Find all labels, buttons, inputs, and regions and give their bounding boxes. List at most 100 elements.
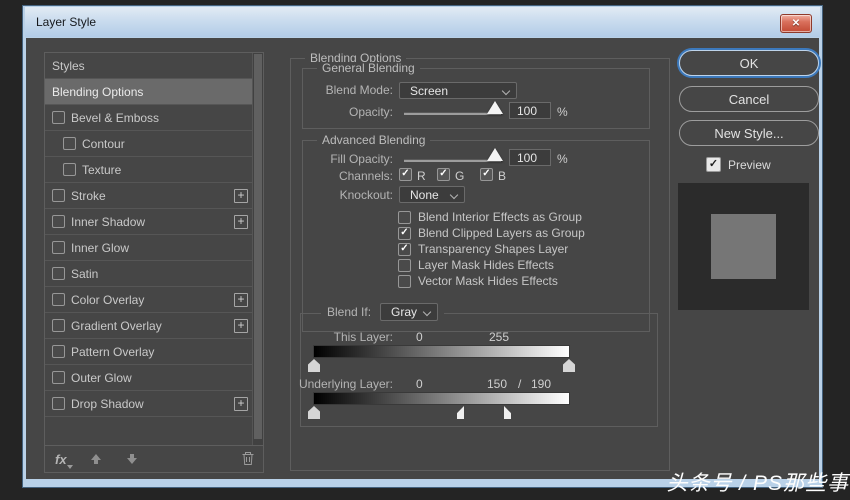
sidebar-item-gradient-overlay[interactable]: Gradient Overlay + [45, 313, 263, 339]
option-label: Transparency Shapes Layer [418, 242, 569, 256]
delete-effect-button[interactable] [241, 451, 255, 471]
underlying-split-low-value: 150 [487, 377, 508, 391]
close-button[interactable]: ✕ [780, 14, 812, 33]
effect-checkbox[interactable] [52, 319, 65, 332]
effect-checkbox[interactable] [52, 215, 65, 228]
opacity-slider-thumb[interactable] [487, 101, 503, 114]
add-effect-instance-button[interactable]: + [234, 292, 248, 307]
option-vector-mask-hides-effects[interactable]: Vector Mask Hides Effects [398, 274, 558, 288]
effect-checkbox[interactable] [52, 267, 65, 280]
sidebar-item-inner-glow[interactable]: Inner Glow [45, 235, 263, 261]
new-style-button[interactable]: New Style... [679, 120, 819, 146]
blend-mode-label: Blend Mode: [325, 83, 393, 97]
option-blend-interior-effects-as-group[interactable]: Blend Interior Effects as Group [398, 210, 582, 224]
move-down-button[interactable] [125, 452, 139, 466]
effect-checkbox[interactable] [52, 241, 65, 254]
sidebar-item-pattern-overlay[interactable]: Pattern Overlay [45, 339, 263, 365]
sidebar-item-satin[interactable]: Satin [45, 261, 263, 287]
sidebar-item-bevel-emboss[interactable]: Bevel & Emboss [45, 105, 263, 131]
sidebar-item-color-overlay[interactable]: Color Overlay + [45, 287, 263, 313]
underlying-gradient-bar[interactable] [314, 393, 569, 404]
this-layer-gradient-bar[interactable] [314, 346, 569, 357]
titlebar[interactable]: Layer Style ✕ [25, 7, 820, 37]
effect-checkbox[interactable] [52, 293, 65, 306]
fill-opacity-label: Fill Opacity: [330, 152, 393, 166]
sidebar-item-inner-shadow[interactable]: Inner Shadow + [45, 209, 263, 235]
this-layer-black-value: 0 [416, 330, 423, 344]
sidebar-item-styles[interactable]: Styles [45, 53, 263, 79]
fill-opacity-percent: % [557, 152, 568, 166]
channel-g-checkbox[interactable] [437, 168, 450, 181]
option-label: Blend Clipped Layers as Group [418, 226, 585, 240]
option-checkbox[interactable] [398, 226, 411, 240]
sidebar-scrollbar[interactable] [252, 53, 263, 446]
sidebar-item-blending-options[interactable]: Blending Options [45, 79, 263, 105]
option-checkbox[interactable] [398, 242, 411, 256]
ok-button[interactable]: OK [679, 50, 819, 76]
blend-mode-value: Screen [410, 83, 449, 98]
add-effect-instance-button[interactable]: + [234, 318, 248, 333]
sidebar-item-label: Stroke [71, 188, 106, 203]
option-label: Layer Mask Hides Effects [418, 258, 554, 272]
move-up-button[interactable] [89, 452, 103, 466]
channels-label: Channels: [338, 169, 393, 183]
add-effect-instance-button[interactable]: + [234, 214, 248, 229]
channel-g-label: G [455, 169, 465, 183]
option-blend-clipped-layers-as-group[interactable]: Blend Clipped Layers as Group [398, 226, 585, 240]
channel-b-checkbox[interactable] [480, 168, 493, 181]
sidebar-item-stroke[interactable]: Stroke + [45, 183, 263, 209]
add-effect-instance-button[interactable]: + [234, 396, 248, 411]
effect-checkbox[interactable] [52, 111, 65, 124]
effect-checkbox[interactable] [63, 137, 76, 150]
blend-mode-select[interactable]: Screen [399, 82, 517, 99]
effect-checkbox[interactable] [63, 163, 76, 176]
underlying-thumbs [308, 406, 569, 419]
sidebar-item-drop-shadow[interactable]: Drop Shadow + [45, 391, 263, 417]
screenshot-root: { "window": { "title": "Layer Style", "c… [0, 0, 850, 500]
effect-checkbox[interactable] [52, 345, 65, 358]
advanced-blending-title: Advanced Blending [317, 134, 431, 147]
sidebar-item-label: Satin [71, 266, 99, 281]
sidebar-item-label: Blending Options [52, 84, 144, 99]
blend-if-channel-value: Gray [391, 305, 418, 319]
preview-checkbox[interactable]: ✓ [706, 157, 721, 172]
effect-checkbox[interactable] [52, 189, 65, 202]
option-transparency-shapes-layer[interactable]: Transparency Shapes Layer [398, 242, 568, 256]
underlying-layer-label: Underlying Layer: [298, 377, 393, 391]
opacity-input[interactable]: 100 [509, 102, 551, 119]
knockout-value: None [410, 187, 439, 202]
knockout-label: Knockout: [339, 188, 393, 202]
sidebar-item-texture[interactable]: Texture [45, 157, 263, 183]
channel-b-label: B [498, 169, 507, 183]
effect-checkbox[interactable] [52, 371, 65, 384]
close-icon: ✕ [791, 18, 801, 29]
effect-checkbox[interactable] [52, 397, 65, 410]
channel-r-checkbox[interactable] [399, 168, 412, 181]
underlying-white-split-low-thumb[interactable] [457, 406, 464, 419]
cancel-button[interactable]: Cancel [679, 86, 819, 112]
add-effect-instance-button[interactable]: + [234, 188, 248, 203]
fill-opacity-slider-thumb[interactable] [487, 148, 503, 161]
knockout-select[interactable]: None [399, 186, 465, 203]
option-checkbox[interactable] [398, 258, 411, 272]
option-layer-mask-hides-effects[interactable]: Layer Mask Hides Effects [398, 258, 554, 272]
underlying-white-split-high-thumb[interactable] [504, 406, 511, 419]
chevron-down-icon [422, 307, 432, 317]
sidebar-item-label: Inner Glow [71, 240, 130, 255]
scrollbar-thumb[interactable] [254, 54, 262, 439]
option-checkbox[interactable] [398, 274, 411, 288]
sidebar-item-outer-glow[interactable]: Outer Glow [45, 365, 263, 391]
sidebar-item-label: Bevel & Emboss [71, 110, 160, 125]
this-layer-white-value: 255 [489, 330, 510, 344]
blend-if-legend: Blend If: Gray [321, 303, 445, 321]
option-label: Vector Mask Hides Effects [418, 274, 558, 288]
fx-menu-button[interactable]: fx [55, 452, 72, 469]
blend-if-channel-select[interactable]: Gray [380, 303, 439, 321]
fill-opacity-input[interactable]: 100 [509, 149, 551, 166]
option-checkbox[interactable] [398, 210, 411, 224]
sidebar-item-label: Drop Shadow [71, 396, 144, 411]
preview-label: Preview [728, 158, 771, 172]
sidebar-item-contour[interactable]: Contour [45, 131, 263, 157]
general-blending-title: General Blending [317, 62, 420, 75]
watermark: 头条号 / PS那些事 [666, 472, 849, 495]
